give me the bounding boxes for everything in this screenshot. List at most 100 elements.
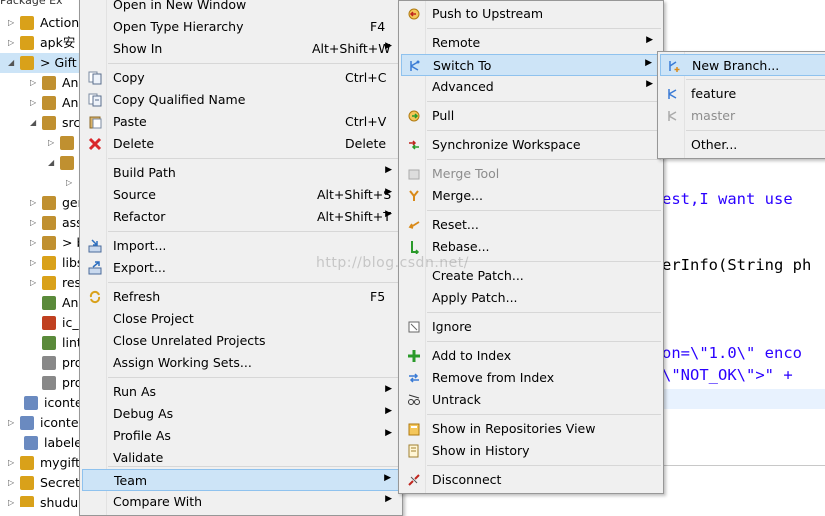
menu-item-open-type-hierarchy[interactable]: Open Type Hierarchy F4 (82, 16, 400, 38)
menu-item-profile-as[interactable]: Profile As ▶ (82, 425, 400, 447)
explorer-item-label: Action (40, 15, 80, 30)
menu-item-team[interactable]: Team ▶ (82, 469, 400, 491)
expand-arrow-icon[interactable]: ▷ (8, 453, 16, 473)
expand-arrow-icon[interactable]: ◢ (30, 113, 38, 133)
explorer-tree-item[interactable]: ▷ res (0, 273, 80, 293)
explorer-item-label: res (62, 275, 80, 290)
explorer-tree-item[interactable]: ▷ shudu (0, 493, 80, 507)
expand-arrow-icon[interactable]: ▷ (30, 93, 38, 113)
code-editor[interactable]: est,I want use erInfo(String ph on=\"1.0… (662, 160, 825, 507)
expand-arrow-icon[interactable]: ▷ (8, 33, 16, 53)
menu-item-paste[interactable]: Paste Ctrl+V (82, 111, 400, 133)
menu-item-reset[interactable]: Reset... (401, 214, 661, 236)
menu-item-advanced[interactable]: Advanced ▶ (401, 76, 661, 98)
menu-item-build-path[interactable]: Build Path ▶ (82, 162, 400, 184)
explorer-tree-item[interactable]: ▷ (0, 133, 80, 153)
menu-item-remote[interactable]: Remote ▶ (401, 32, 661, 54)
explorer-tree-item[interactable]: ▷ And (0, 73, 80, 93)
menu-item-compare-with[interactable]: Compare With ▶ (82, 491, 400, 513)
explorer-tree-item[interactable]: ▷ And (0, 93, 80, 113)
project-folder-icon (42, 116, 56, 130)
explorer-tree-item[interactable]: ▷ gen (0, 193, 80, 213)
expand-arrow-icon[interactable]: ◢ (48, 153, 56, 173)
menu-item-apply-patch[interactable]: Apply Patch... (401, 287, 661, 309)
explorer-tree-item[interactable]: ◢ src (0, 113, 80, 133)
menu-item-copy-qualified-name[interactable]: Copy Qualified Name (82, 89, 400, 111)
explorer-tree-item[interactable]: iconte (0, 393, 80, 413)
menu-item-show-in[interactable]: Show In Alt+Shift+W ▶ (82, 38, 400, 60)
menu-item-refresh[interactable]: Refresh F5 (82, 286, 400, 308)
expand-arrow-icon[interactable]: ▷ (66, 173, 74, 193)
menu-item-merge-tool[interactable]: Merge Tool (401, 163, 661, 185)
explorer-tree-item[interactable]: ▷ > b (0, 233, 80, 253)
explorer-item-label: > Gift (40, 55, 77, 70)
menu-item-other[interactable]: Other... (660, 134, 825, 156)
explorer-tree-item[interactable]: pro (0, 353, 80, 373)
menu-item-close-unrelated-projects[interactable]: Close Unrelated Projects (82, 330, 400, 352)
explorer-tree-item[interactable]: And (0, 293, 80, 313)
menu-item-show-in-repositories-view[interactable]: Show in Repositories View (401, 418, 661, 440)
menu-item-disconnect[interactable]: Disconnect (401, 469, 661, 491)
menu-item-ignore[interactable]: Ignore (401, 316, 661, 338)
expand-arrow-icon[interactable]: ▷ (30, 213, 38, 233)
menu-item-untrack[interactable]: Untrack (401, 389, 661, 411)
expand-arrow-icon[interactable]: ▷ (8, 13, 16, 33)
menu-item-assign-working-sets[interactable]: Assign Working Sets... (82, 352, 400, 374)
expand-arrow-icon[interactable]: ▷ (8, 413, 16, 433)
menu-item-source[interactable]: Source Alt+Shift+S ▶ (82, 184, 400, 206)
explorer-tree-item[interactable]: lint (0, 333, 80, 353)
menu-separator (108, 282, 400, 283)
explorer-tree-item[interactable]: ▷ libs (0, 253, 80, 273)
expand-arrow-icon[interactable]: ▷ (30, 273, 38, 293)
menu-item-refactor[interactable]: Refactor Alt+Shift+T ▶ (82, 206, 400, 228)
expand-arrow-icon[interactable]: ◢ (8, 53, 16, 73)
expand-arrow-icon[interactable]: ▷ (48, 133, 56, 153)
menu-item-show-in-history[interactable]: Show in History (401, 440, 661, 462)
menu-item-new-branch[interactable]: New Branch... (660, 54, 825, 76)
menu-item-close-project[interactable]: Close Project (82, 308, 400, 330)
explorer-tree-item[interactable]: ▷ Action (0, 13, 80, 33)
explorer-item-label: pro (62, 355, 80, 370)
explorer-item-label: > b (62, 235, 80, 250)
disconnect-icon (408, 474, 420, 486)
expand-arrow-icon[interactable]: ▷ (30, 253, 38, 273)
explorer-tree-item[interactable]: ▷ apk安 (0, 33, 80, 53)
menu-item-run-as[interactable]: Run As ▶ (82, 381, 400, 403)
menu-item-delete[interactable]: Delete Delete (82, 133, 400, 155)
submenu-arrow-icon: ▶ (646, 35, 653, 45)
expand-arrow-icon[interactable]: ▷ (8, 493, 16, 507)
menu-item-push-to-upstream[interactable]: Push to Upstream (401, 3, 661, 25)
menu-item-synchronize-workspace[interactable]: Synchronize Workspace (401, 134, 661, 156)
menu-item-pull[interactable]: Pull (401, 105, 661, 127)
explorer-tree-item[interactable]: ▷ iconte (0, 413, 80, 433)
explorer-tree-item[interactable]: ▷ ass (0, 213, 80, 233)
expand-arrow-icon[interactable]: ▷ (30, 193, 38, 213)
explorer-tree-item[interactable]: labele (0, 433, 80, 453)
menu-item-open-new-window[interactable]: Open in New Window (82, 0, 400, 16)
menu-item-copy[interactable]: Copy Ctrl+C (82, 67, 400, 89)
project-folder-icon (24, 396, 38, 410)
explorer-tree-item[interactable]: ◢ (0, 153, 80, 173)
explorer-tree-item[interactable]: pro (0, 373, 80, 393)
menu-item-merge[interactable]: Merge... (401, 185, 661, 207)
explorer-tree-item[interactable]: ▷ (0, 173, 80, 193)
menu-item-switch-to[interactable]: Switch To ▶ (401, 54, 661, 76)
explorer-tree-item[interactable]: ◢ > Gift (0, 53, 80, 73)
explorer-tree-item[interactable]: ic_l (0, 313, 80, 333)
project-folder-icon (42, 76, 56, 90)
menu-item-add-to-index[interactable]: Add to Index (401, 345, 661, 367)
menu-separator (427, 210, 661, 211)
menu-separator (427, 465, 661, 466)
menu-item-remove-from-index[interactable]: Remove from Index (401, 367, 661, 389)
menu-item-branch-master[interactable]: master (660, 105, 825, 127)
project-folder-icon (42, 236, 56, 250)
explorer-tree-item[interactable]: ▷ mygift (0, 453, 80, 473)
expand-arrow-icon[interactable]: ▷ (30, 73, 38, 93)
menu-item-import[interactable]: Import... (82, 235, 400, 257)
explorer-tree-item[interactable]: ▷ Secret (0, 473, 80, 493)
menu-item-debug-as[interactable]: Debug As ▶ (82, 403, 400, 425)
menu-item-branch-feature[interactable]: feature (660, 83, 825, 105)
expand-arrow-icon[interactable]: ▷ (30, 233, 38, 253)
copy-icon (88, 71, 102, 85)
expand-arrow-icon[interactable]: ▷ (8, 473, 16, 493)
